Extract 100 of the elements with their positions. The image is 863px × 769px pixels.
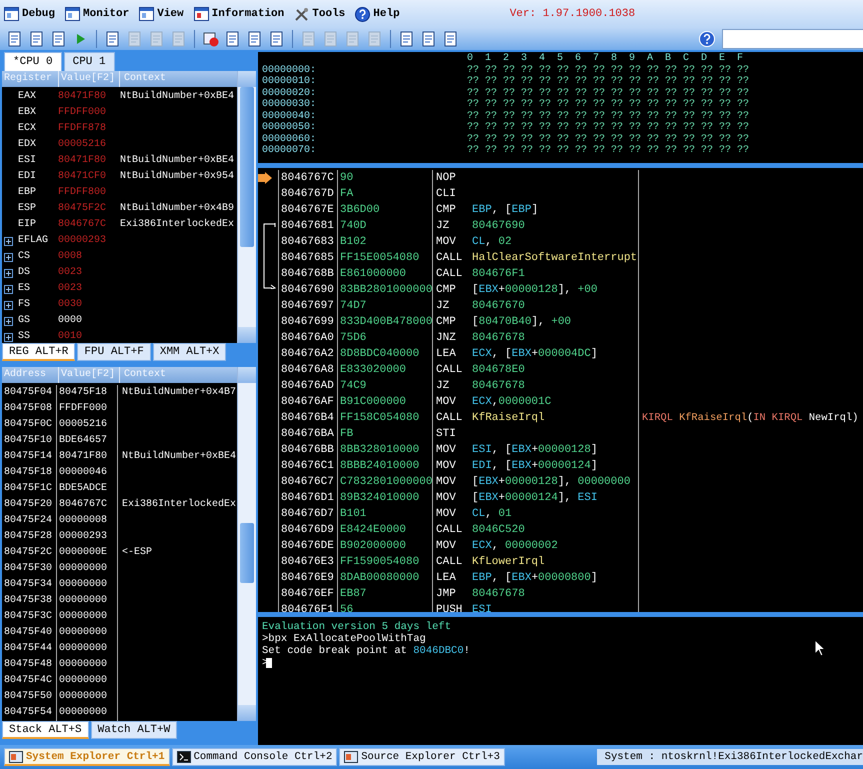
scrollbar[interactable]: [237, 71, 256, 343]
scrollbar[interactable]: [237, 367, 256, 721]
expand-icon[interactable]: [4, 300, 13, 310]
help-icon[interactable]: [699, 31, 715, 47]
register-context: NtBuildNumber+0xBE4: [119, 90, 236, 104]
memory-byte: ??: [683, 76, 696, 88]
memory-byte: ??: [485, 110, 498, 122]
menu-item[interactable]: Debug: [4, 7, 56, 21]
menu-item[interactable]: Monitor: [65, 7, 130, 21]
window-icon: [176, 751, 191, 763]
column-header: D: [701, 53, 708, 64]
memory-byte: ??: [647, 99, 660, 110]
memory-byte: ??: [593, 76, 606, 88]
memory-byte: ??: [485, 99, 498, 110]
expand-icon[interactable]: [4, 316, 13, 326]
expand-icon[interactable]: [4, 284, 13, 294]
panel-tab[interactable]: Stack ALT+S: [2, 721, 89, 739]
instruction-operands: [80470B40], +00: [472, 316, 572, 328]
memory-byte: ??: [647, 134, 660, 145]
expand-icon[interactable]: [4, 236, 13, 246]
page-icon: [28, 31, 44, 47]
memory-byte: ??: [575, 122, 588, 134]
register-context: Exi386InterlockedEx: [119, 218, 236, 232]
memory-byte: ??: [665, 110, 678, 122]
cpu-tab[interactable]: *CPU 0: [4, 52, 62, 71]
memory-byte: ??: [719, 145, 732, 156]
menu-item[interactable]: Information: [194, 7, 284, 21]
memory-byte: ??: [611, 99, 624, 110]
search-field[interactable]: [722, 29, 863, 49]
view-tab[interactable]: Source Explorer Ctrl+3: [339, 748, 505, 766]
instruction-address: 804676DE: [278, 538, 337, 554]
memory-address: 00000020:: [262, 88, 318, 99]
register-context: NtBuildNumber+0x4B9: [119, 202, 236, 216]
instruction-operands: 804676F1: [472, 268, 525, 280]
memory-address: 00000060:: [262, 134, 318, 145]
instruction-operands: KfRaiseIrql: [472, 412, 545, 424]
stack-context: Exi386InterlockedEx: [121, 498, 237, 512]
instruction-address: 804676A0: [278, 330, 337, 346]
instruction-mnemonic: CALL: [432, 362, 472, 378]
memory-byte: ??: [665, 64, 678, 76]
memory-byte: ??: [467, 134, 480, 145]
instruction-operands: HalClearSoftwareInterrupt: [472, 252, 638, 264]
instruction-mnemonic: JNZ: [432, 330, 472, 346]
register-name: CS: [18, 250, 30, 264]
instruction-operands: KfLowerIrql: [472, 556, 545, 568]
memory-byte: ??: [629, 110, 642, 122]
memory-byte: ??: [611, 122, 624, 134]
stack-address: 80475F20: [2, 497, 57, 513]
memory-byte: ??: [503, 76, 516, 88]
memory-byte: ??: [521, 99, 534, 110]
view-tab[interactable]: Command Console Ctrl+2: [172, 748, 338, 766]
memory-byte: ??: [629, 88, 642, 99]
panel-tab[interactable]: Watch ALT+W: [90, 721, 178, 739]
memory-byte: ??: [539, 99, 552, 110]
instruction-bytes: 89B324010000: [337, 490, 432, 506]
instruction-address: 804676BA: [278, 426, 337, 442]
register-name: ES: [18, 282, 30, 296]
register-name: ESI: [18, 154, 36, 168]
register-name: EBX: [18, 106, 36, 120]
instruction-bytes: B101: [337, 506, 432, 522]
panel-tab[interactable]: XMM ALT+X: [152, 343, 226, 361]
instruction-operands: EBP, [EBP]: [472, 204, 538, 216]
memory-byte: ??: [629, 99, 642, 110]
register-name: GS: [18, 314, 30, 328]
expand-icon[interactable]: [4, 252, 13, 262]
panel-tab[interactable]: REG ALT+R: [2, 343, 76, 361]
instruction-mnemonic: MOV: [432, 474, 472, 490]
memory-byte: ??: [737, 64, 750, 76]
page-icon: [366, 31, 382, 47]
instruction-mnemonic: MOV: [432, 538, 472, 554]
register-name: SS: [18, 330, 30, 343]
register-value: 0000: [57, 314, 84, 328]
instruction-address: 804676D9: [278, 522, 337, 538]
menu-item[interactable]: View: [139, 7, 184, 21]
memory-byte: ??: [683, 99, 696, 110]
memory-byte: ??: [593, 134, 606, 145]
memory-byte: ??: [539, 110, 552, 122]
memory-address: 00000070:: [262, 145, 318, 156]
stack-value: 00000046: [57, 465, 118, 481]
memory-byte: ??: [683, 134, 696, 145]
memory-byte: ??: [737, 122, 750, 134]
stack-address: 80475F0C: [2, 417, 57, 433]
menu-item[interactable]: Help: [355, 6, 400, 22]
expand-icon[interactable]: [4, 332, 13, 342]
instruction-mnemonic: CALL: [432, 554, 472, 570]
stack-address: 80475F38: [2, 593, 57, 609]
memory-byte: ??: [737, 99, 750, 110]
cpu-tab[interactable]: CPU 1: [64, 52, 115, 71]
memory-byte: ??: [485, 88, 498, 99]
panel-tab[interactable]: FPU ALT+F: [77, 343, 151, 361]
memory-address: 00000010:: [262, 76, 318, 88]
instruction-address: 8046768B: [278, 266, 337, 282]
instruction-bytes: FA: [337, 186, 432, 202]
menu-item[interactable]: Tools: [294, 6, 346, 22]
stack-value: 00000000: [57, 593, 118, 609]
tools-icon: [294, 6, 310, 22]
expand-icon[interactable]: [4, 268, 13, 278]
stack-value: 80471F80: [57, 449, 118, 465]
instruction-mnemonic: CALL: [432, 250, 472, 266]
page-icon: [420, 31, 436, 47]
